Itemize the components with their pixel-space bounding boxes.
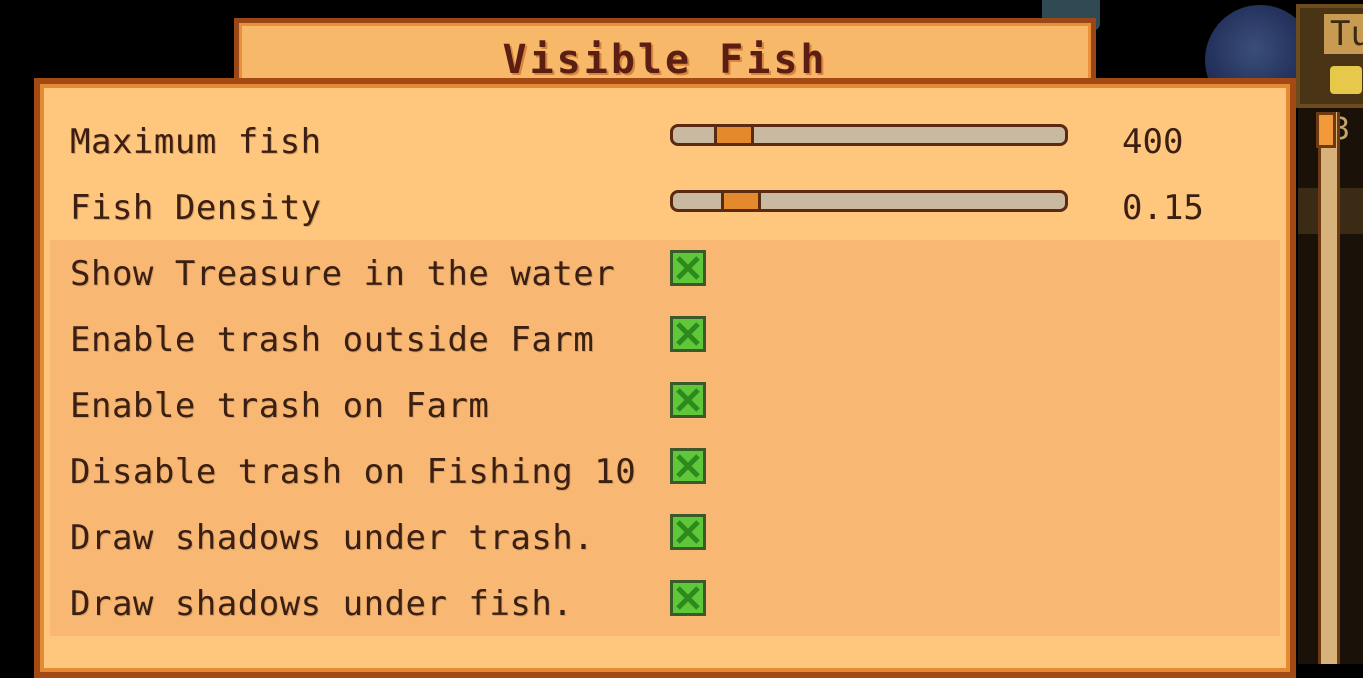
weather-icon	[1330, 66, 1362, 94]
setting-label: Disable trash on Fishing 10	[70, 452, 637, 492]
disable-trash-fishing-checkbox[interactable]	[670, 448, 706, 484]
scrollbar-track[interactable]	[1318, 112, 1340, 664]
check-x-icon	[676, 454, 700, 478]
check-x-icon	[676, 322, 700, 346]
setting-row-fish-density: Fish Density 0.15	[50, 174, 1280, 240]
check-x-icon	[676, 520, 700, 544]
shadows-trash-checkbox[interactable]	[670, 514, 706, 550]
slider-value: 400	[1122, 122, 1184, 162]
check-x-icon	[676, 256, 700, 280]
slider-handle[interactable]	[714, 124, 754, 146]
shadows-fish-checkbox[interactable]	[670, 580, 706, 616]
setting-row-disable-trash-fishing: Disable trash on Fishing 10	[50, 438, 1280, 504]
setting-label: Show Treasure in the water	[70, 254, 616, 294]
setting-row-maximum-fish: Maximum fish 400	[50, 108, 1280, 174]
setting-label: Maximum fish	[70, 122, 322, 162]
slider-handle[interactable]	[721, 190, 761, 212]
check-x-icon	[676, 388, 700, 412]
setting-row-show-treasure: Show Treasure in the water	[50, 240, 1280, 306]
setting-label: Fish Density	[70, 188, 322, 228]
trash-outside-farm-checkbox[interactable]	[670, 316, 706, 352]
setting-row-trash-outside-farm: Enable trash outside Farm	[50, 306, 1280, 372]
setting-label: Draw shadows under trash.	[70, 518, 595, 558]
setting-row-trash-on-farm: Enable trash on Farm	[50, 372, 1280, 438]
settings-panel: Maximum fish 400 Fish Density 0.15 Show …	[34, 78, 1296, 678]
maximum-fish-slider[interactable]	[670, 124, 1068, 146]
setting-label: Draw shadows under fish.	[70, 584, 574, 624]
date-display: Tu	[1296, 4, 1363, 108]
date-text: Tu	[1324, 14, 1363, 54]
slider-value: 0.15	[1122, 188, 1204, 228]
fish-density-slider[interactable]	[670, 190, 1068, 212]
setting-row-shadows-fish: Draw shadows under fish.	[50, 570, 1280, 636]
setting-row-shadows-trash: Draw shadows under trash.	[50, 504, 1280, 570]
show-treasure-checkbox[interactable]	[670, 250, 706, 286]
setting-label: Enable trash outside Farm	[70, 320, 595, 360]
trash-on-farm-checkbox[interactable]	[670, 382, 706, 418]
setting-label: Enable trash on Farm	[70, 386, 490, 426]
page-title: Visible Fish	[502, 37, 828, 83]
scrollbar-thumb[interactable]	[1316, 112, 1336, 148]
check-x-icon	[676, 586, 700, 610]
